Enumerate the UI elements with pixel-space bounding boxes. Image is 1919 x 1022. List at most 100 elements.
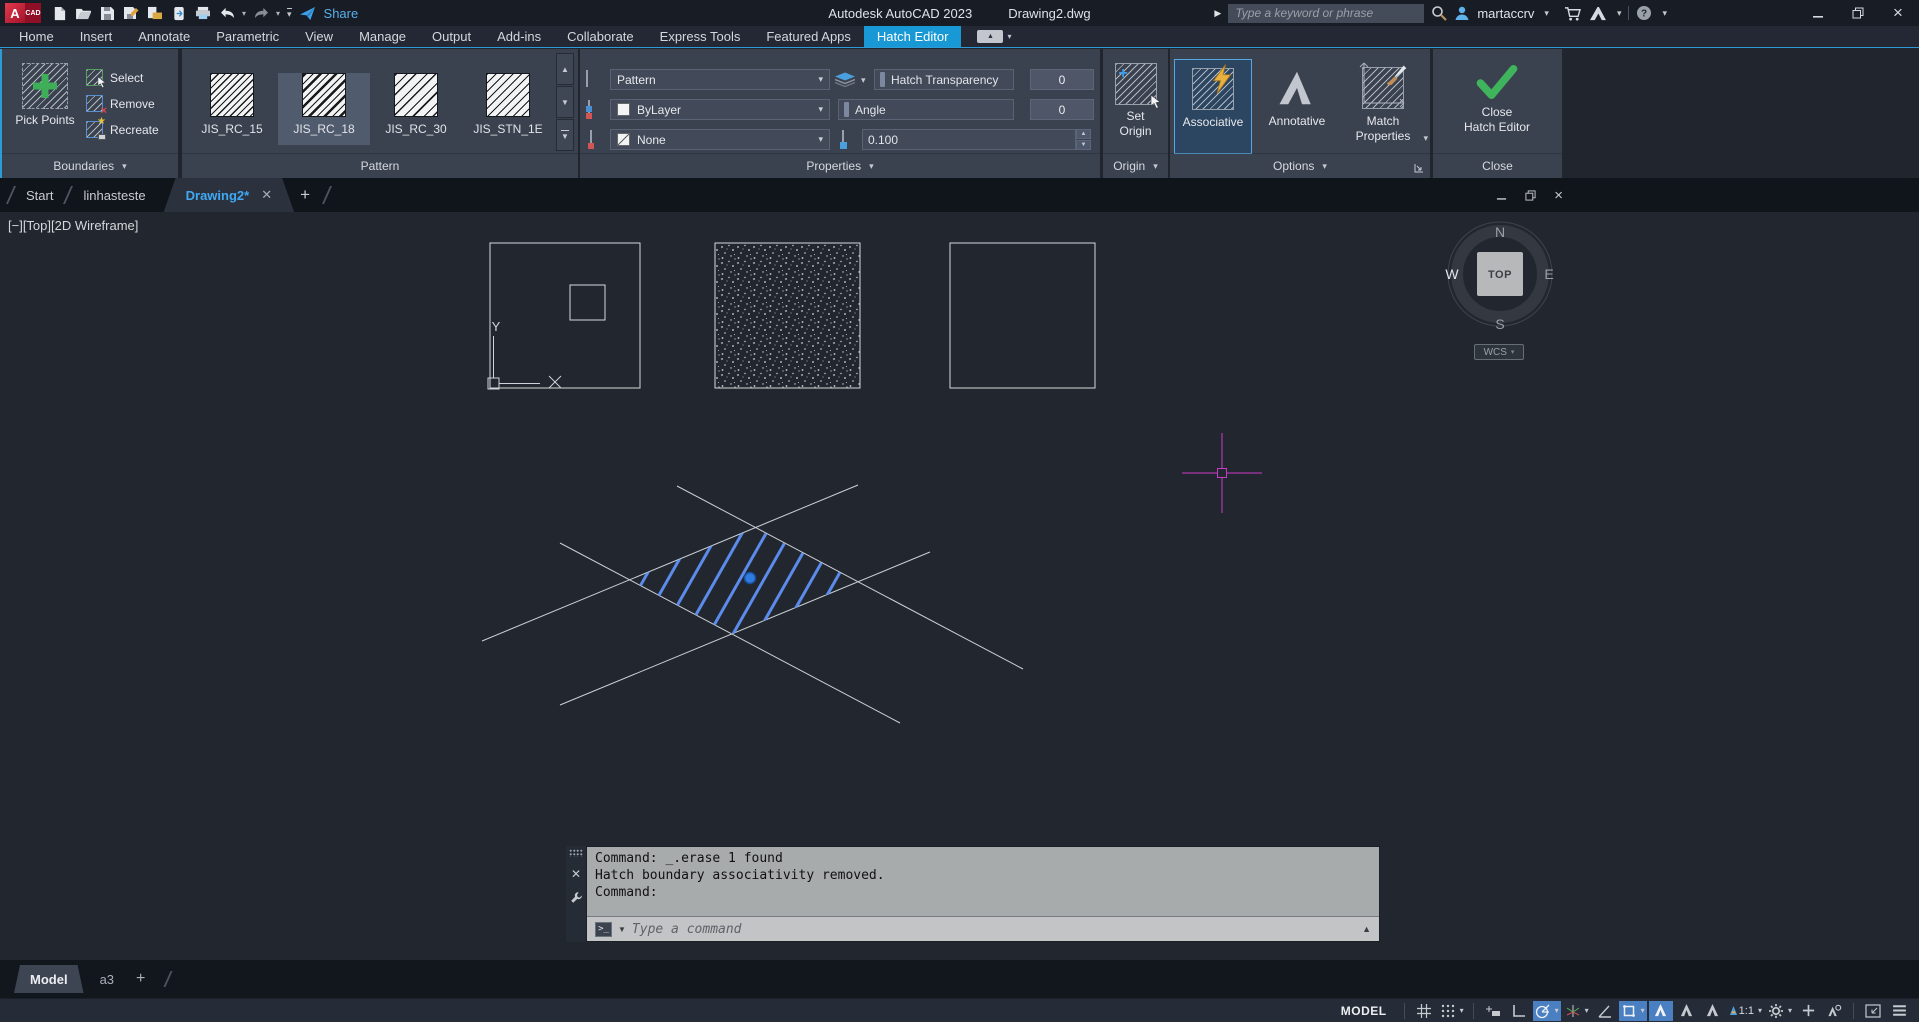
drag-handle-icon[interactable] <box>569 849 583 857</box>
hatch-type-dropdown[interactable]: Pattern ▾ <box>610 69 830 90</box>
pattern-swatch-jis-rc-18[interactable]: JIS_RC_18 <box>278 73 370 145</box>
command-input[interactable]: >_ ▼ Type a command ▲ <box>587 916 1379 941</box>
pattern-gallery-expand-button[interactable]: ▼ <box>556 119 574 151</box>
ribbon-collapse-button[interactable]: ▲ ▾ <box>977 26 1011 47</box>
compass-north-label[interactable]: N <box>1495 224 1505 240</box>
restore-window-icon[interactable] <box>1845 2 1871 24</box>
recreate-button[interactable]: ★ Recreate <box>86 116 159 140</box>
layers-icon[interactable] <box>835 72 855 87</box>
hatch-background-dropdown[interactable]: None ▾ <box>610 129 830 150</box>
layout-tab-model[interactable]: Model <box>14 965 84 993</box>
user-avatar-icon[interactable] <box>1454 5 1470 21</box>
hatch-transparency-field[interactable]: Hatch Transparency <box>874 69 1014 90</box>
save-as-button[interactable] <box>119 2 143 24</box>
select-button[interactable]: Select <box>86 69 143 89</box>
tab-insert[interactable]: Insert <box>67 26 126 47</box>
boundaries-panel-label[interactable]: Boundaries ▾ <box>2 153 178 178</box>
clean-screen-button[interactable] <box>1861 1001 1885 1021</box>
workspace-dropdown-icon[interactable]: ▾ <box>1788 1006 1792 1015</box>
ortho-mode-toggle[interactable] <box>1507 1001 1531 1021</box>
file-tab-linhasteste[interactable]: linhasteste <box>79 188 149 203</box>
navigation-compass[interactable]: N W E S TOP <box>1445 221 1554 332</box>
autodesk-logo-icon[interactable] <box>1588 6 1607 21</box>
model-space-toggle[interactable]: MODEL <box>1331 1004 1397 1018</box>
undo-dropdown-icon[interactable]: ▾ <box>239 2 249 24</box>
help-dropdown-icon[interactable]: ▾ <box>1662 8 1667 19</box>
match-properties-button[interactable]: Match Properties ▾ <box>1342 59 1428 154</box>
open-file-button[interactable] <box>71 2 95 24</box>
viewcube-top-label[interactable]: TOP <box>1488 269 1512 281</box>
tab-manage[interactable]: Manage <box>346 26 419 47</box>
minimize-window-icon[interactable] <box>1805 2 1831 24</box>
construction-line-1[interactable] <box>676 485 1024 670</box>
angle-field[interactable]: Angle <box>838 99 1014 120</box>
scale-spinner[interactable]: ▲ ▼ <box>1076 129 1091 150</box>
pattern-swatch-jis-stn-1e[interactable]: JIS_STN_1E <box>462 73 554 145</box>
annotative-button[interactable]: Annotative <box>1255 59 1339 154</box>
new-drawing-tab-button[interactable]: + <box>300 185 310 205</box>
construction-line-2[interactable] <box>559 542 901 724</box>
tab-output[interactable]: Output <box>419 26 484 47</box>
hatch-scale-field[interactable]: 0.100 <box>862 129 1076 150</box>
construction-line-3[interactable] <box>481 484 859 642</box>
compass-south-label[interactable]: S <box>1495 316 1504 332</box>
hatch-transparency-value[interactable]: 0 <box>1030 69 1094 90</box>
set-origin-button[interactable]: + Set Origin <box>1109 63 1162 139</box>
viewport-controls-label[interactable]: [−][Top][2D Wireframe] <box>8 218 138 233</box>
tab-featured-apps[interactable]: Featured Apps <box>753 26 864 47</box>
redo-button[interactable] <box>249 2 273 24</box>
origin-panel-label[interactable]: Origin ▾ <box>1103 153 1168 178</box>
autodesk-dropdown-icon[interactable]: ▾ <box>1617 8 1622 19</box>
share-label[interactable]: Share <box>324 6 359 21</box>
close-command-window-icon[interactable]: ✕ <box>571 867 581 881</box>
options-panel-label[interactable]: Options ▾ <box>1170 153 1430 178</box>
tab-hatch-editor[interactable]: Hatch Editor <box>863 26 962 47</box>
redo-dropdown-icon[interactable]: ▾ <box>273 2 283 24</box>
tab-collaborate[interactable]: Collaborate <box>554 26 647 47</box>
tab-annotate[interactable]: Annotate <box>125 26 203 47</box>
angle-slider-handle[interactable] <box>844 102 849 117</box>
save-button[interactable] <box>95 2 119 24</box>
annotation-autoscale-toggle[interactable] <box>1675 1001 1699 1021</box>
annotation-monitor-button[interactable] <box>1796 1001 1820 1021</box>
username-label[interactable]: martaccrv <box>1477 6 1534 21</box>
pattern-scroll-up-button[interactable]: ▲ <box>556 53 574 85</box>
autocad-logo-icon[interactable]: A CAD <box>5 3 41 23</box>
associative-button[interactable]: Associative <box>1174 59 1252 154</box>
close-hatch-editor-button[interactable]: Close Hatch Editor <box>1447 63 1547 135</box>
file-tab-drawing2[interactable]: Drawing2* ✕ <box>164 178 294 212</box>
layers-dropdown-icon[interactable]: ▾ <box>861 75 866 86</box>
object-snap-tracking-toggle[interactable] <box>1593 1001 1617 1021</box>
angle-value[interactable]: 0 <box>1030 99 1094 120</box>
doc-restore-icon[interactable] <box>1525 189 1536 201</box>
match-properties-dropdown-icon[interactable]: ▾ <box>1423 131 1428 146</box>
annotation-sync-toggle[interactable] <box>1701 1001 1725 1021</box>
open-from-docs-button[interactable] <box>143 2 167 24</box>
compass-west-label[interactable]: W <box>1445 266 1459 282</box>
hatch-color-dropdown[interactable]: ByLayer ▾ <box>610 99 830 120</box>
transparency-slider-handle[interactable] <box>880 72 885 87</box>
wcs-badge[interactable]: WCS ▾ <box>1474 344 1524 360</box>
rect-entity-1[interactable] <box>489 242 641 389</box>
remove-button[interactable]: × Remove <box>86 95 155 117</box>
compass-east-label[interactable]: E <box>1544 266 1553 282</box>
workspace-switching-button[interactable]: ▾ <box>1766 1001 1794 1021</box>
isodraft-toggle[interactable]: ▾ <box>1563 1001 1591 1021</box>
customize-qat-icon[interactable]: ▾ <box>287 7 292 19</box>
customize-wrench-icon[interactable] <box>570 891 583 904</box>
file-tab-start[interactable]: Start <box>22 188 57 203</box>
polar-dropdown-icon[interactable]: ▾ <box>1555 1006 1559 1015</box>
close-tab-icon[interactable]: ✕ <box>261 187 272 203</box>
tab-parametric[interactable]: Parametric <box>203 26 292 47</box>
rect-entity-3[interactable] <box>949 242 1096 389</box>
close-window-icon[interactable]: × <box>1885 2 1911 24</box>
polar-tracking-toggle[interactable]: ▾ <box>1532 1000 1561 1021</box>
annotation-visibility-toggle[interactable] <box>1648 1000 1673 1021</box>
command-history[interactable]: Command: _.erase 1 found Hatch boundary … <box>587 847 1379 916</box>
pattern-swatch-jis-rc-30[interactable]: JIS_RC_30 <box>370 73 462 145</box>
customization-menu-button[interactable] <box>1887 1001 1911 1021</box>
snap-mode-toggle[interactable]: ▾ <box>1438 1001 1466 1021</box>
account-dropdown-icon[interactable]: ▾ <box>1544 8 1549 19</box>
tab-express-tools[interactable]: Express Tools <box>647 26 754 47</box>
osnap-dropdown-icon[interactable]: ▾ <box>1641 1006 1645 1015</box>
